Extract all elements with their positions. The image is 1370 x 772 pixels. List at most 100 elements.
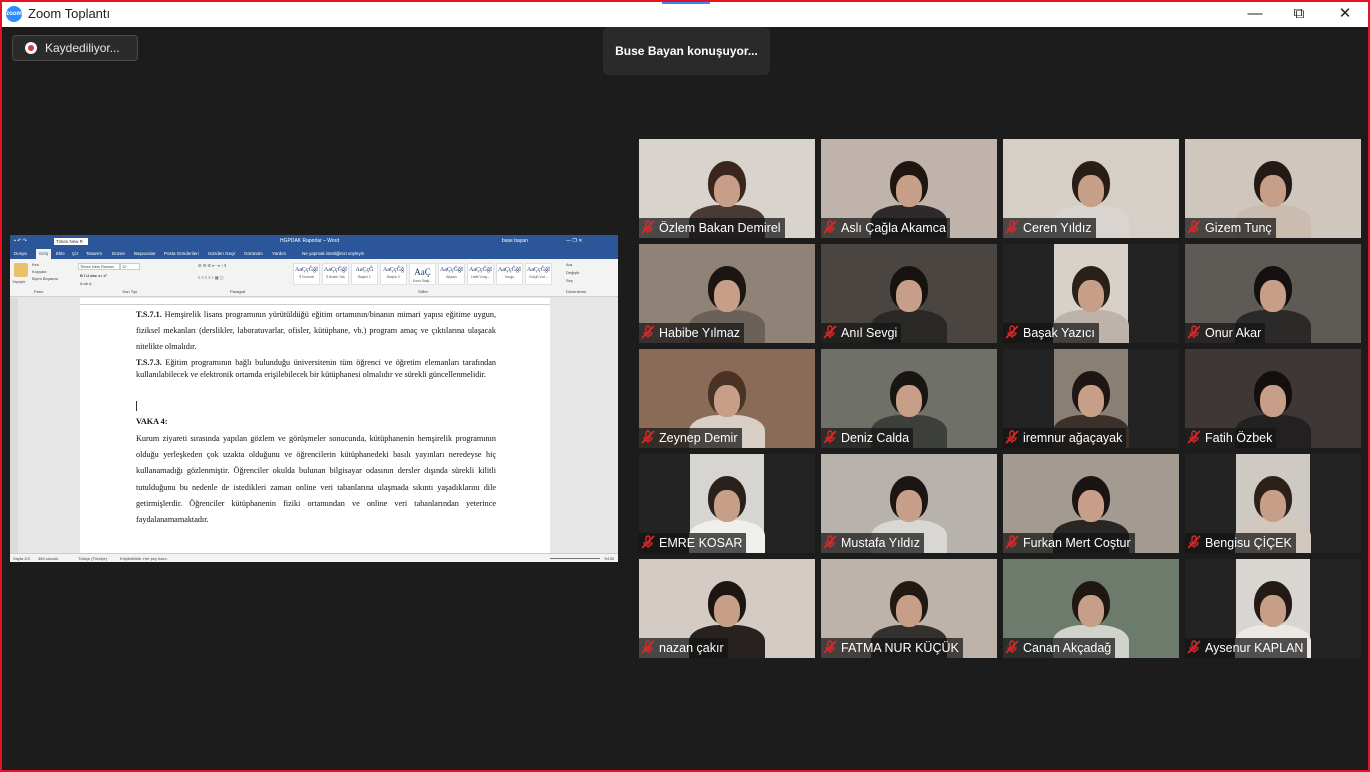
- style-item[interactable]: AaÇçĞğİ ¶ Normal: [293, 263, 320, 285]
- doc-paragraph-3: Kurum ziyareti sırasında yapılan gözlem …: [136, 434, 496, 525]
- participant-name: iremnur ağaçayak: [1023, 431, 1123, 445]
- style-item[interactable]: AaÇçĞğ Başlık 2: [380, 263, 407, 285]
- participant-tile[interactable]: Başak Yazıcı: [1003, 244, 1179, 343]
- align-buttons[interactable]: ≡ ≡ ≡ ≡ ↕ ▦ ▢: [198, 275, 224, 280]
- participant-tile[interactable]: Aslı Çağla Akamca: [821, 139, 997, 238]
- muted-mic-icon: [1187, 430, 1201, 444]
- zoom-slider[interactable]: [550, 558, 600, 559]
- participant-name-tag: Bengisu ÇİÇEK: [1185, 533, 1296, 553]
- style-name: ¶ Normal: [299, 275, 314, 279]
- cut-button[interactable]: Kes: [32, 262, 39, 267]
- participant-face: [714, 595, 740, 627]
- paste-icon[interactable]: [14, 263, 28, 277]
- tell-me-search[interactable]: Ne yapmak istediğinizi söyleyin: [302, 251, 364, 256]
- recording-indicator[interactable]: Kaydediliyor...: [12, 35, 138, 61]
- window-title: Zoom Toplantı: [28, 6, 111, 21]
- tab-ekle[interactable]: Ekle: [56, 251, 65, 256]
- participant-tile[interactable]: iremnur ağaçayak: [1003, 349, 1179, 448]
- style-item[interactable]: AaÇ Konu Başl...: [409, 263, 436, 285]
- participant-tile[interactable]: Zeynep Demir: [639, 349, 815, 448]
- select-button[interactable]: Seç: [566, 278, 573, 283]
- style-item[interactable]: AaÇçĞğİ Vurgu: [496, 263, 523, 285]
- style-sample: AaÇçĞ: [355, 267, 374, 273]
- style-item[interactable]: AaÇçĞ Başlık 1: [351, 263, 378, 285]
- participant-tile[interactable]: Anıl Sevgi: [821, 244, 997, 343]
- status-words: 365 sözcük: [38, 556, 59, 561]
- document-page[interactable]: T.S.7.1. Hemşirelik lisans programının y…: [80, 305, 550, 553]
- participant-tile[interactable]: nazan çakır: [639, 559, 815, 658]
- participant-name: Aysenur KAPLAN: [1205, 641, 1304, 655]
- muted-mic-icon: [823, 430, 837, 444]
- participant-tile[interactable]: Özlem Bakan Demirel: [639, 139, 815, 238]
- tab-tasarim[interactable]: Tasarım: [86, 251, 102, 256]
- style-sample: AaÇ: [414, 267, 431, 277]
- replace-button[interactable]: Değiştir: [566, 270, 580, 275]
- style-item[interactable]: AaÇçĞğİ Güçlü Vur...: [525, 263, 552, 285]
- participant-face: [896, 175, 922, 207]
- participant-tile[interactable]: Canan Akçadağ: [1003, 559, 1179, 658]
- tab-posta[interactable]: Posta Gönderileri: [164, 251, 199, 256]
- participant-face: [1078, 490, 1104, 522]
- participant-tile[interactable]: Deniz Calda: [821, 349, 997, 448]
- style-sample: AaÇçĞğİ: [498, 267, 521, 273]
- font-color-button[interactable]: A ab A: [80, 281, 92, 286]
- tab-dosya[interactable]: Dosya: [14, 251, 27, 256]
- participant-tile[interactable]: Ceren Yıldız: [1003, 139, 1179, 238]
- participant-tile[interactable]: Mustafa Yıldız: [821, 454, 997, 553]
- participant-tile[interactable]: Bengisu ÇİÇEK: [1185, 454, 1361, 553]
- maximize-button[interactable]: ⧉: [1276, 2, 1322, 27]
- participant-name: Habibe Yılmaz: [659, 326, 741, 340]
- tab-yardim[interactable]: Yardım: [272, 251, 286, 256]
- participant-name-tag: Özlem Bakan Demirel: [639, 218, 785, 238]
- participant-tile[interactable]: FATMA NUR KÜÇÜK: [821, 559, 997, 658]
- editing-group-label: Düzenleme: [566, 289, 587, 294]
- participant-face: [1078, 595, 1104, 627]
- tab-gozden-gecir[interactable]: Gözden Geçir: [208, 251, 236, 256]
- participant-name: Anıl Sevgi: [841, 326, 898, 340]
- list-buttons[interactable]: ☰ ☰ ☰ ⇤ ⇥ ↕ ¶: [198, 263, 226, 268]
- word-ribbon: Yapıştır Kes Kopyala Biçim Boyacısı Pano…: [10, 259, 618, 297]
- style-item[interactable]: AaÇçĞğİ Hafif Vurg...: [467, 263, 494, 285]
- styles-group-label: Stiller: [418, 289, 429, 294]
- format-painter-button[interactable]: Biçim Boyacısı: [32, 276, 58, 281]
- participant-tile[interactable]: Habibe Yılmaz: [639, 244, 815, 343]
- p2-label: T.S.7.3.: [136, 358, 162, 367]
- find-button[interactable]: Ara: [566, 262, 572, 267]
- zoom-window: zoom Zoom Toplantı — ⧉ ✕ Kaydediliyor...…: [0, 0, 1370, 772]
- participant-tile[interactable]: EMRE KOSAR: [639, 454, 815, 553]
- close-button[interactable]: ✕: [1322, 2, 1368, 27]
- participant-name-tag: Anıl Sevgi: [821, 323, 902, 343]
- font-family-select[interactable]: Times New Roman: [78, 263, 120, 270]
- bold-button[interactable]: B I U abc x₂ x²: [80, 273, 107, 278]
- style-item[interactable]: AaÇçĞğİ Altyazı: [438, 263, 465, 285]
- participant-name-tag: Canan Akçadağ: [1003, 638, 1116, 658]
- tab-giris[interactable]: Giriş: [36, 249, 52, 259]
- participant-tile[interactable]: Fatih Özbek: [1185, 349, 1361, 448]
- participant-tile[interactable]: Aysenur KAPLAN: [1185, 559, 1361, 658]
- participant-name: Mustafa Yıldız: [841, 536, 920, 550]
- minimize-button[interactable]: —: [1232, 2, 1278, 27]
- tab-basvurular[interactable]: Başvurular: [134, 251, 156, 256]
- participant-face: [896, 280, 922, 312]
- copy-button[interactable]: Kopyala: [32, 269, 46, 274]
- muted-mic-icon: [641, 430, 655, 444]
- tab-gorunum[interactable]: Görünüm: [244, 251, 263, 256]
- participant-face: [1260, 385, 1286, 417]
- font-size-select[interactable]: 12: [120, 263, 140, 270]
- muted-mic-icon: [1187, 640, 1201, 654]
- participant-name: Fatih Özbek: [1205, 431, 1273, 445]
- participant-tile[interactable]: Onur Akar: [1185, 244, 1361, 343]
- font-name-box[interactable]: Times New R: [54, 238, 88, 245]
- participant-name-tag: Mustafa Yıldız: [821, 533, 924, 553]
- participant-tile[interactable]: Gizem Tunç: [1185, 139, 1361, 238]
- tab-ciz[interactable]: Çiz: [72, 251, 79, 256]
- style-item[interactable]: AaÇçĞğİ ¶ Aralık Yok: [322, 263, 349, 285]
- participant-name: Bengisu ÇİÇEK: [1205, 536, 1292, 550]
- participant-tile[interactable]: Furkan Mert Coştur: [1003, 454, 1179, 553]
- shared-screen[interactable]: ▪ ↶ ↷ Times New R HGPDAK Raporlar – Word…: [10, 235, 618, 562]
- tab-duzen[interactable]: Düzen: [112, 251, 125, 256]
- style-name: Konu Başl...: [412, 279, 433, 283]
- participant-name-tag: Aslı Çağla Akamca: [821, 218, 950, 238]
- p1-text: Hemşirelik lisans programının yürütüldüğ…: [136, 310, 496, 352]
- p1-label: T.S.7.1.: [136, 310, 162, 319]
